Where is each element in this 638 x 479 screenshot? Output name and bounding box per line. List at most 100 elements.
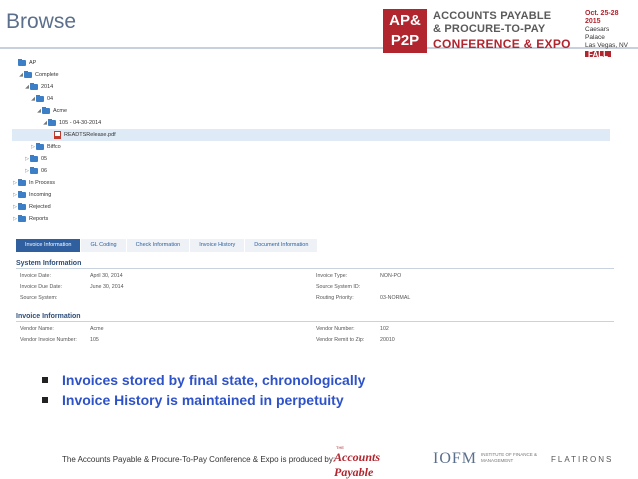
field-value: 20010 [380, 337, 395, 343]
flatirons-logo: FLATIRONS [551, 455, 614, 464]
pdf-file-icon [54, 131, 61, 139]
field-row: Vendor Invoice Number: 105 Vendor Remit to… [16, 335, 614, 346]
folder-icon [18, 190, 26, 198]
tab-invoice-history[interactable]: Invoice History [190, 239, 245, 252]
field-label: Vendor Name: [20, 326, 54, 332]
field-value: 102 [380, 326, 389, 332]
field-value: April 30, 2014 [90, 273, 123, 279]
logo-line-1: ACCOUNTS PAYABLE [433, 10, 552, 22]
footer-text: The Accounts Payable & Procure-To-Pay Co… [62, 455, 336, 464]
tree-folder-row[interactable]: ▷ Biffco [12, 141, 61, 153]
iofm-logo-sub: INSTITUTE OF FINANCE & MANAGEMENT [481, 452, 538, 463]
tree-item-label: Incoming [29, 192, 52, 198]
tab-document-information[interactable]: Document Information [245, 239, 318, 252]
field-label: Invoice Date: [20, 273, 51, 279]
bullet-list: Invoices stored by final state, chronolo… [42, 370, 365, 410]
tree-folder-row[interactable]: ◢ 2014 [12, 81, 53, 93]
folder-icon [18, 58, 26, 66]
tree-item-label: 05 [41, 156, 48, 162]
field-label: Invoice Due Date: [20, 284, 63, 290]
folder-icon [30, 166, 38, 174]
folder-icon [36, 94, 44, 102]
bullet-text: Invoices stored by final state, chronolo… [62, 372, 366, 388]
tree-item-label: AP [29, 60, 37, 66]
invoice-info-heading: Invoice Information [16, 313, 614, 322]
tree-item-label: Acme [53, 108, 68, 114]
field-value: 03-NORMAL [380, 295, 411, 301]
field-label: Source System: [20, 295, 58, 301]
folder-icon [30, 82, 38, 90]
logo-line-2: & PROCURE-TO-PAY [433, 23, 546, 35]
tree-folder-row[interactable]: ▷ Incoming [12, 189, 51, 201]
tree-item-label: Reports [29, 216, 49, 222]
ap-logo-name: Accounts Payable [334, 450, 381, 479]
folder-icon [48, 118, 56, 126]
field-row: Invoice Due Date: June 30, 2014 Source Sys… [16, 282, 614, 293]
logo-venue-1: Caesars Palace [585, 26, 610, 41]
tree-folder-row[interactable]: ◢ Acme [12, 105, 67, 117]
bullet-item: Invoices stored by final state, chronolo… [42, 370, 365, 390]
folder-icon [24, 70, 32, 78]
bullet-marker [42, 377, 48, 383]
logo-venue-2: Las Vegas, NV [585, 42, 628, 49]
field-value: 105 [90, 337, 99, 343]
field-label: Invoice Type: [316, 273, 348, 279]
folder-icon [42, 106, 50, 114]
slide-title: Browse [6, 10, 77, 33]
system-info-fields: Invoice Date: April 30, 2014 Invoice Type:… [16, 271, 614, 304]
logo-year: 2015 [585, 18, 601, 25]
folder-icon [18, 202, 26, 210]
folder-icon [18, 214, 26, 222]
app-screenshot: AP ◢ Complete ◢ 2014 ◢ 04 ◢ Acme ◢ 105 - 04-30-201… [12, 57, 622, 347]
tree-item-label: 2014 [41, 84, 54, 90]
tree-folder-row[interactable]: ▷ Rejected [12, 201, 51, 213]
field-row: Vendor Name: Acme Vendor Number: 102 [16, 324, 614, 335]
tree-item-label: Biffco [47, 144, 61, 150]
field-label: Vendor Invoice Number: [20, 337, 77, 343]
conference-logo: AP& P2P ACCOUNTS PAYABLE & PROCURE-TO-PAY… [383, 9, 631, 59]
detail-tabs: Invoice Information GL Coding Check Inform… [16, 239, 318, 252]
tree-folder-row[interactable]: ◢ 04 [12, 93, 53, 105]
tree-item-label: 04 [47, 96, 54, 102]
tree-folder-row[interactable]: ▷ In Process [12, 177, 55, 189]
field-row: Invoice Date: April 30, 2014 Invoice Type:… [16, 271, 614, 282]
tab-gl-coding[interactable]: GL Coding [81, 239, 126, 252]
tree-item-label: 06 [41, 168, 48, 174]
field-value: Acme [90, 326, 104, 332]
invoice-info-fields: Vendor Name: Acme Vendor Number: 102 Vendor … [16, 324, 614, 346]
tree-folder-row[interactable]: ◢ 105 - 04-30-2014 [12, 117, 101, 129]
logo-date-range: Oct. 25-28 [585, 10, 619, 17]
tab-invoice-information[interactable]: Invoice Information [16, 239, 81, 252]
bullet-marker [42, 397, 48, 403]
tree-item-label: 105 - 04-30-2014 [59, 120, 102, 126]
tree-item-label: READTSRelease.pdf [64, 132, 116, 138]
bullet-item: Invoice History is maintained in perpetu… [42, 390, 365, 410]
folder-icon [36, 142, 44, 150]
tree-folder-row[interactable]: AP [12, 57, 36, 69]
folder-icon [30, 154, 38, 162]
tree-item-label: In Process [29, 180, 55, 186]
logo-mark: AP& P2P [383, 9, 427, 53]
tree-folder-row[interactable]: ◢ Complete [12, 69, 59, 81]
bullet-text: Invoice History is maintained in perpetu… [62, 392, 344, 408]
iofm-logo: IOFM [433, 450, 478, 467]
tab-check-information[interactable]: Check Information [126, 239, 190, 252]
field-value: June 30, 2014 [90, 284, 124, 290]
folder-icon [18, 178, 26, 186]
field-label: Vendor Remit to Zip: [316, 337, 365, 343]
field-label: Routing Priority: [316, 295, 354, 301]
tree-item-label: Complete [35, 72, 59, 78]
tree-folder-row[interactable]: ▷ 05 [12, 153, 47, 165]
accounts-payable-logo: THE Accounts Payable [334, 445, 420, 479]
logo-line-3: CONFERENCE & EXPO [433, 37, 571, 51]
tree-file-row[interactable]: READTSRelease.pdf [12, 129, 610, 141]
field-label: Vendor Number: [316, 326, 355, 332]
system-info-heading: System Information [16, 260, 614, 269]
tree-folder-row[interactable]: ▷ Reports [12, 213, 48, 225]
field-label: Source System ID: [316, 284, 361, 290]
logo-date: Oct. 25-28 2015 Caesars Palace Las Vegas… [585, 10, 629, 60]
field-value: NON-PO [380, 273, 402, 279]
field-row: Source System: Routing Priority: 03-NORMAL [16, 293, 614, 304]
tree-folder-row[interactable]: ▷ 06 [12, 165, 47, 177]
tree-item-label: Rejected [29, 204, 51, 210]
